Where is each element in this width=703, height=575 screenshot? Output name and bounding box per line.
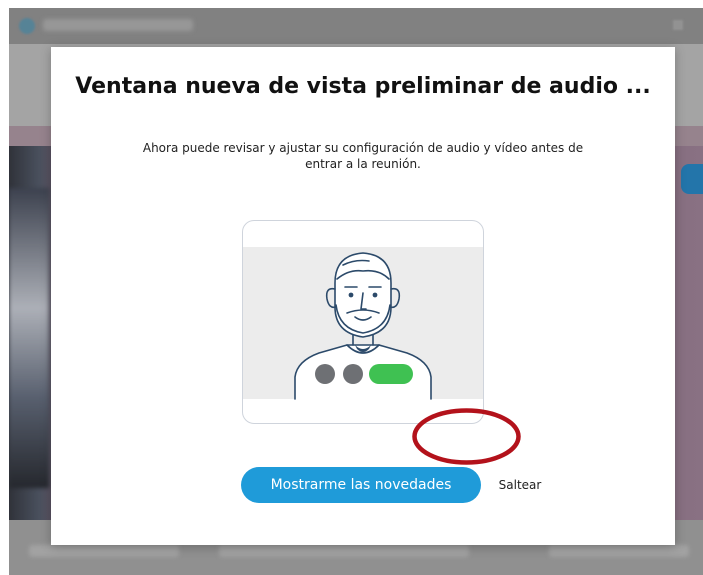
dialog-title: Ventana nueva de vista preliminar de aud… [75, 74, 651, 99]
screenshot-edge [0, 0, 9, 575]
preview-illustration [242, 220, 484, 424]
skip-button[interactable]: Saltear [488, 471, 552, 499]
dialog-description: Ahora puede revisar y ajustar su configu… [142, 141, 584, 171]
mute-dot [315, 364, 335, 384]
join-pill [369, 364, 413, 384]
video-dot [343, 364, 363, 384]
audio-preview-dialog: Ventana nueva de vista preliminar de aud… [51, 47, 675, 545]
show-whats-new-button[interactable]: Mostrarme las novedades [241, 467, 481, 503]
person-with-beard-icon [243, 247, 483, 400]
